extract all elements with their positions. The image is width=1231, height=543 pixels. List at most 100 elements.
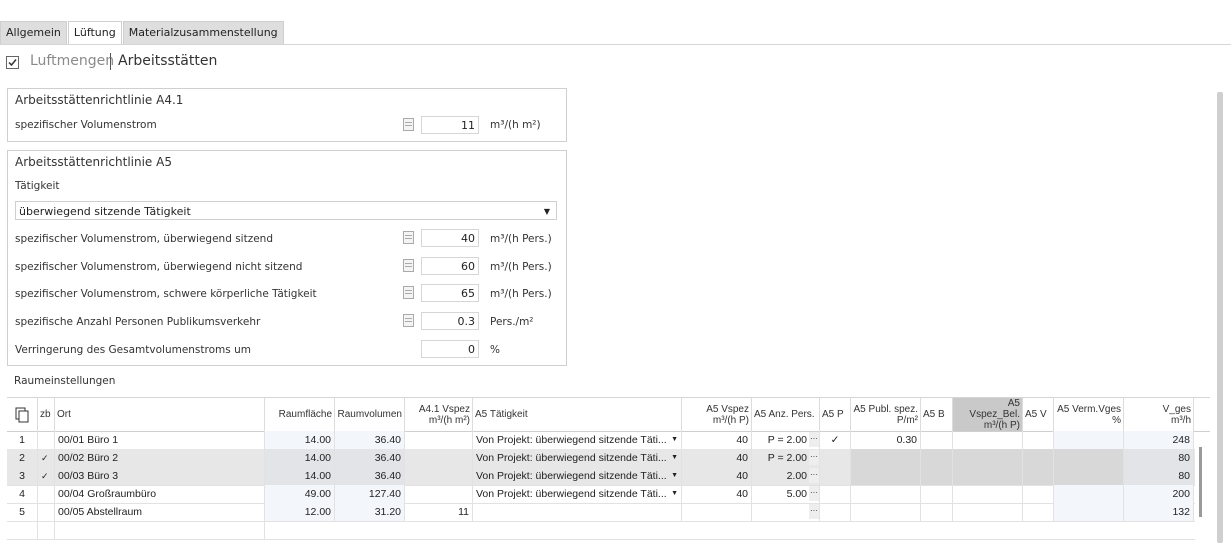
calculator-icon[interactable] xyxy=(403,231,414,244)
ort-cell[interactable]: 00/03 Büro 3 xyxy=(55,467,265,485)
a5-vspez-cell[interactable]: 40 xyxy=(682,449,752,467)
a5-taetigkeit-cell[interactable]: Von Projekt: überwiegend sitzende Täti..… xyxy=(473,485,682,503)
calculator-icon[interactable] xyxy=(403,314,414,327)
ellipsis-icon[interactable]: ··· xyxy=(809,486,819,501)
luftmengen-link[interactable]: Luftmengen xyxy=(30,53,114,69)
a5-v-cell[interactable] xyxy=(1023,431,1054,449)
chevron-down-icon[interactable]: ▼ xyxy=(671,449,678,467)
ellipsis-icon[interactable]: ··· xyxy=(809,432,819,447)
a5-v-cell[interactable] xyxy=(1023,485,1054,503)
a5-value-input[interactable]: 40 xyxy=(421,229,479,247)
a41-vspez-cell[interactable] xyxy=(405,467,473,485)
ort-cell[interactable]: 00/05 Abstellraum xyxy=(55,503,265,521)
a5-taetigkeit-cell[interactable]: Von Projekt: überwiegend sitzende Täti..… xyxy=(473,431,682,449)
ort-cell[interactable]: 00/04 Großraumbüro xyxy=(55,485,265,503)
a5-taetigkeit-cell[interactable] xyxy=(473,503,682,521)
a5-verm-cell[interactable] xyxy=(1054,503,1124,521)
a5-vspez-bel-cell[interactable] xyxy=(953,503,1023,521)
chevron-down-icon[interactable]: ▼ xyxy=(671,431,678,449)
chevron-down-icon[interactable]: ▼ xyxy=(671,467,678,485)
a5-b-cell[interactable] xyxy=(921,467,953,485)
v-ges-cell[interactable]: 80 xyxy=(1124,467,1194,485)
v-ges-cell[interactable]: 132 xyxy=(1124,503,1194,521)
header-a5-v[interactable]: A5 V xyxy=(1023,398,1054,431)
a5-publ-cell[interactable] xyxy=(851,485,921,503)
ellipsis-icon[interactable]: ··· xyxy=(809,450,819,465)
v-ges-cell[interactable]: 248 xyxy=(1124,431,1194,449)
raumflaeche-cell[interactable]: 12.00 xyxy=(265,503,335,521)
page-scrollbar[interactable] xyxy=(1217,92,1223,543)
raumvolumen-cell[interactable]: 36.40 xyxy=(335,449,405,467)
header-raumvolumen[interactable]: Raumvolumen xyxy=(335,398,405,431)
a5-anz-pers-cell[interactable]: P = 2.00 ··· xyxy=(752,431,820,449)
new-row[interactable] xyxy=(7,521,1195,540)
a5-taetigkeit-cell[interactable]: Von Projekt: überwiegend sitzende Täti..… xyxy=(473,449,682,467)
header-a5-p[interactable]: A5 P xyxy=(820,398,851,431)
header-a5-anz-pers[interactable]: A5 Anz. Pers. xyxy=(752,398,820,431)
a41-vspez-cell[interactable]: 11 xyxy=(405,503,473,521)
calculator-icon[interactable] xyxy=(403,286,414,299)
header-a5-vspez[interactable]: A5 Vspez m³/(h P) xyxy=(682,398,752,431)
a5-v-cell[interactable] xyxy=(1023,467,1054,485)
a5-b-cell[interactable] xyxy=(921,503,953,521)
v-ges-cell[interactable]: 200 xyxy=(1124,485,1194,503)
a5-verm-cell[interactable] xyxy=(1054,467,1124,485)
header-zb[interactable]: zb xyxy=(38,398,55,431)
a5-vspez-cell[interactable] xyxy=(682,503,752,521)
a5-b-cell[interactable] xyxy=(921,485,953,503)
a5-anz-pers-cell[interactable]: 5.00 ··· xyxy=(752,485,820,503)
raumflaeche-cell[interactable]: 49.00 xyxy=(265,485,335,503)
a5-publ-cell[interactable]: 0.30 xyxy=(851,431,921,449)
a5-anz-pers-cell[interactable]: P = 2.00 ··· xyxy=(752,449,820,467)
arbeitsstaetten-checkbox[interactable] xyxy=(6,56,19,69)
raumflaeche-cell[interactable]: 14.00 xyxy=(265,467,335,485)
a5-publ-cell[interactable] xyxy=(851,467,921,485)
header-a5-b[interactable]: A5 B xyxy=(921,398,953,431)
table-row[interactable]: 3 ✓ 00/03 Büro 3 14.00 36.40 Von Projekt… xyxy=(7,467,1195,486)
calculator-icon[interactable] xyxy=(403,259,414,272)
ort-cell[interactable] xyxy=(55,521,265,539)
activity-select[interactable]: überwiegend sitzende Tätigkeit ▼ xyxy=(15,201,557,220)
ort-cell[interactable]: 00/01 Büro 1 xyxy=(55,431,265,449)
a5-b-cell[interactable] xyxy=(921,449,953,467)
a5-vspez-bel-cell[interactable] xyxy=(953,449,1023,467)
chevron-down-icon[interactable]: ▼ xyxy=(671,485,678,503)
calculator-icon[interactable] xyxy=(403,118,414,131)
raumvolumen-cell[interactable]: 36.40 xyxy=(335,431,405,449)
header-ort[interactable]: Ort xyxy=(55,398,265,431)
zb-cell[interactable]: ✓ xyxy=(38,467,55,485)
v-ges-cell[interactable]: 80 xyxy=(1124,449,1194,467)
a5-v-cell[interactable] xyxy=(1023,503,1054,521)
a5-p-cell[interactable] xyxy=(820,467,851,485)
raumflaeche-cell[interactable]: 14.00 xyxy=(265,449,335,467)
a5-p-cell[interactable]: ✓ xyxy=(820,431,851,449)
ort-cell[interactable]: 00/02 Büro 2 xyxy=(55,449,265,467)
a5-p-cell[interactable] xyxy=(820,449,851,467)
a41-value-input[interactable]: 11 xyxy=(421,116,479,134)
a41-vspez-cell[interactable] xyxy=(405,431,473,449)
a5-verm-cell[interactable] xyxy=(1054,449,1124,467)
a5-value-input[interactable]: 0.3 xyxy=(421,312,479,330)
raumflaeche-cell[interactable]: 14.00 xyxy=(265,431,335,449)
table-row[interactable]: 5 00/05 Abstellraum 12.00 31.20 11 ··· 1… xyxy=(7,503,1195,522)
header-a5-publ[interactable]: A5 Publ. spez. P/m² xyxy=(851,398,921,431)
ellipsis-icon[interactable]: ··· xyxy=(809,468,819,483)
a5-v-cell[interactable] xyxy=(1023,449,1054,467)
a5-vspez-cell[interactable]: 40 xyxy=(682,485,752,503)
header-v-ges[interactable]: V_ges m³/h xyxy=(1124,398,1194,431)
zb-cell[interactable] xyxy=(38,521,55,539)
a5-verm-cell[interactable] xyxy=(1054,485,1124,503)
a5-value-input[interactable]: 0 xyxy=(421,340,479,358)
a5-b-cell[interactable] xyxy=(921,431,953,449)
tab-allgemein[interactable]: Allgemein xyxy=(0,21,67,44)
a5-value-input[interactable]: 60 xyxy=(421,257,479,275)
ellipsis-icon[interactable]: ··· xyxy=(809,504,819,519)
grid-scrollbar[interactable] xyxy=(1199,447,1202,517)
a41-vspez-cell[interactable] xyxy=(405,449,473,467)
a5-p-cell[interactable] xyxy=(820,503,851,521)
header-a5-vspez-bel[interactable]: A5 Vspez_Bel. m³/(h P) xyxy=(953,398,1023,431)
a5-publ-cell[interactable] xyxy=(851,449,921,467)
table-row[interactable]: 4 00/04 Großraumbüro 49.00 127.40 Von Pr… xyxy=(7,485,1195,504)
a41-vspez-cell[interactable] xyxy=(405,485,473,503)
a5-p-cell[interactable] xyxy=(820,485,851,503)
